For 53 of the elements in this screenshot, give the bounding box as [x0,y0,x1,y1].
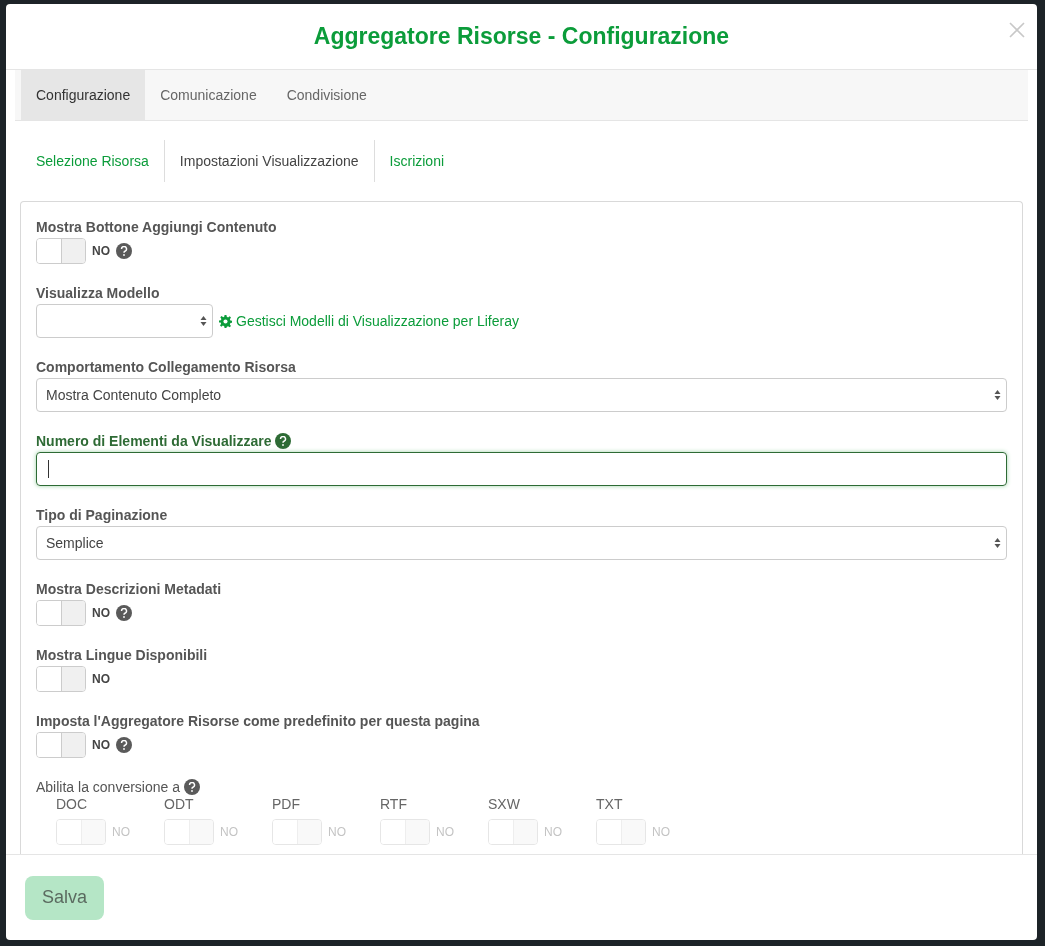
select-arrows-icon [200,315,207,327]
help-icon[interactable] [184,779,200,795]
nav-link[interactable]: Iscrizioni [374,140,460,182]
select-arrows-icon [994,389,1001,401]
toggle-state-label: NO [220,824,238,841]
field-label: Mostra Bottone Aggiungi Contenuto [36,218,277,236]
format-label: DOC [56,795,89,814]
toggle-switch[interactable] [36,600,86,626]
help-icon[interactable] [116,243,132,259]
format-label: PDF [272,795,301,814]
select-field[interactable] [36,304,213,338]
field-label: Mostra Lingue Disponibili [36,646,208,664]
help-icon[interactable] [275,433,292,449]
tab[interactable]: Configurazione [21,70,146,120]
toggle-switch[interactable] [36,732,86,758]
select-field[interactable]: Semplice [36,526,1007,560]
modal-title: Aggregatore Risorse - Configurazione [313,22,730,52]
toggle-switch[interactable] [36,666,86,692]
text-cursor [48,460,49,478]
toggle-state-label: NO [112,824,130,841]
toggle-state-label: NO [92,605,110,622]
tab[interactable]: Condivisione [271,70,382,120]
select-arrows-icon [994,537,1001,549]
toggle-state-label: NO [652,824,670,841]
format-label: ODT [164,795,195,814]
help-icon[interactable] [116,737,132,753]
format-label: TXT [596,795,624,814]
toggle-state-label: NO [92,671,110,688]
toggle-state-label: NO [328,824,346,841]
close-button[interactable] [1007,20,1027,40]
field-label: Mostra Descrizioni Metadati [36,580,222,598]
toggle-state-label: NO [92,243,110,260]
field-label: Numero di Elementi da Visualizzare [36,432,272,450]
format-label: SXW [488,795,521,814]
field-label: Abilita la conversione a [36,778,180,796]
nav-link[interactable]: Selezione Risorsa [21,140,165,182]
field-label: Imposta l'Aggregatore Risorse come predefinito per questa pagina [36,712,480,730]
toggle-state-label: NO [92,737,110,754]
select-field[interactable]: Mostra Contenuto Completo [36,378,1007,412]
gear-icon[interactable] [219,314,232,328]
toggle-state-label: NO [544,824,562,841]
format-label: RTF [380,795,408,814]
manage-templates-link[interactable]: Gestisci Modelli di Visualizzazione per Liferay [236,310,519,332]
number-input-field[interactable] [36,452,1007,486]
nav-link[interactable]: Impostazioni Visualizzazione [164,140,375,182]
tab[interactable]: Comunicazione [145,70,272,120]
close-icon [1008,21,1026,39]
field-label: Comportamento Collegamento Risorsa [36,358,296,376]
toggle-state-label: NO [436,824,454,841]
field-label: Visualizza Modello [36,284,160,302]
toggle-switch[interactable] [36,238,86,264]
help-icon[interactable] [116,605,132,621]
field-label: Tipo di Paginazione [36,506,168,524]
